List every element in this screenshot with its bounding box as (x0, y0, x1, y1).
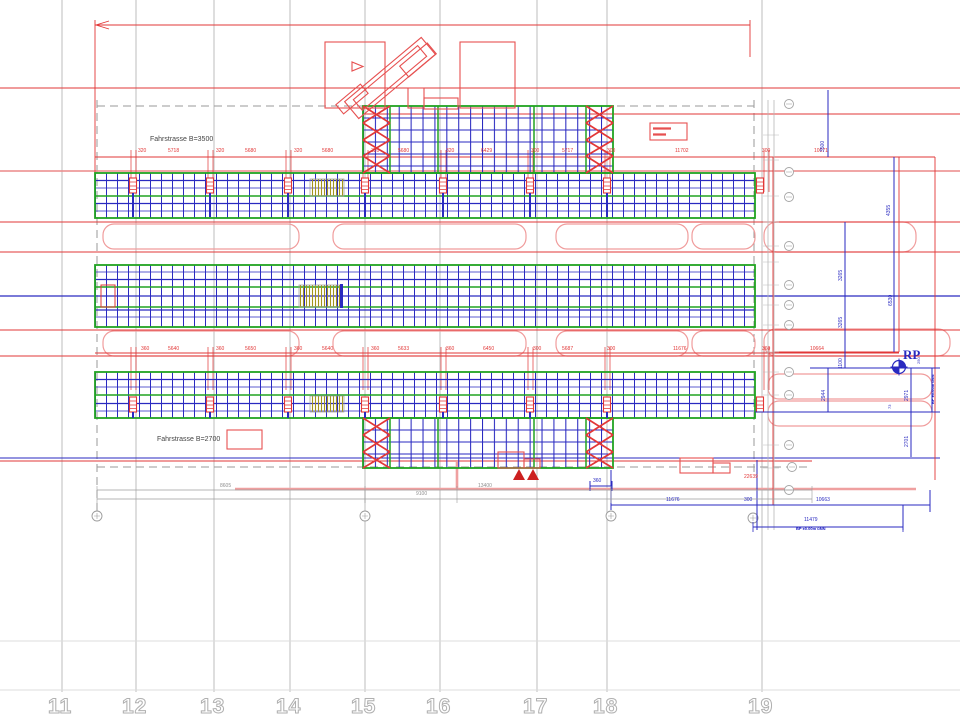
dim-label: 250 (916, 357, 922, 364)
dim-label: 4355 (886, 205, 892, 216)
dim-label: 2701 (904, 436, 910, 447)
dim-label: 5680 (398, 148, 409, 154)
grid-axis-number: 16 (426, 695, 451, 719)
grid-axis-number: 18 (593, 695, 618, 719)
dim-label: 300 (531, 148, 539, 154)
grid-axis-number: 13 (200, 695, 225, 719)
dim-label: 5680 (245, 148, 256, 154)
dim-label: 5687 (562, 346, 573, 352)
dim-label: 73 (887, 405, 893, 409)
dim-label: 360 (371, 346, 379, 352)
dim-label: 9100 (416, 491, 427, 497)
dim-label: 10663 (816, 497, 830, 503)
dim-label: 11479 (804, 517, 818, 523)
dim-label: 5717 (562, 148, 573, 154)
dim-label: 360 (762, 346, 770, 352)
dim-label: 6530 (888, 295, 894, 306)
dim-label: 11676 (666, 497, 680, 503)
dim-label: 6429 (481, 148, 492, 154)
dim-label: 5640 (168, 346, 179, 352)
fahrstrasse-bottom-label: Fahrstrasse B=2700 (157, 436, 220, 443)
grid-axis-number: 12 (122, 695, 147, 719)
dim-label: BP ±0.00m üNN (930, 375, 936, 404)
dim-label: 10664 (810, 346, 824, 352)
dim-label: 360 (593, 478, 601, 484)
dim-label: 5718 (168, 148, 179, 154)
dim-label: 360 (141, 346, 149, 352)
dim-label: 300 (607, 346, 615, 352)
annotation-layer: Fahrstrasse B=3500 Fahrstrasse B=2700 RP… (0, 0, 960, 720)
grid-axis-number: 17 (523, 695, 548, 719)
dim-label: 300 (607, 148, 615, 154)
dim-label: 6450 (483, 346, 494, 352)
dim-label: 3265 (838, 317, 844, 328)
dim-label: 300 (744, 497, 752, 503)
dim-label: 300 (762, 148, 770, 154)
dim-label: 5633 (398, 346, 409, 352)
dim-label: 2971 (904, 390, 910, 401)
grid-axis-number: 19 (748, 695, 773, 719)
dim-label: 320 (371, 148, 379, 154)
dim-label: BP ±0.00m üNN (796, 526, 825, 532)
dim-label: 300 (533, 346, 541, 352)
grid-axis-number: 11 (48, 695, 72, 719)
dim-label: 320 (294, 148, 302, 154)
dim-label: 5640 (322, 346, 333, 352)
grid-axis-number: 15 (351, 695, 376, 719)
dim-label: 5680 (322, 148, 333, 154)
dim-label: 11676 (673, 346, 687, 352)
dim-label: 2944 (821, 390, 827, 401)
dim-label: 360 (216, 346, 224, 352)
dim-label: 13400 (478, 483, 492, 489)
dim-label: 320 (216, 148, 224, 154)
cad-drawing: Fahrstrasse B=3500 Fahrstrasse B=2700 RP… (0, 0, 960, 720)
dim-label: 320 (446, 148, 454, 154)
grid-axis-number: 14 (276, 695, 301, 719)
dim-label: 3500 (820, 141, 826, 152)
dim-label: 5650 (245, 346, 256, 352)
dim-label: 11702 (675, 148, 689, 154)
dim-label: 360 (294, 346, 302, 352)
dim-label: 320 (138, 148, 146, 154)
dim-label: 8605 (220, 483, 231, 489)
dim-label: 3265 (838, 270, 844, 281)
dim-label: 360 (446, 346, 454, 352)
dim-label: 22639 (744, 474, 758, 480)
dim-label: 1100 (838, 358, 844, 369)
fahrstrasse-top-label: Fahrstrasse B=3500 (150, 136, 213, 143)
